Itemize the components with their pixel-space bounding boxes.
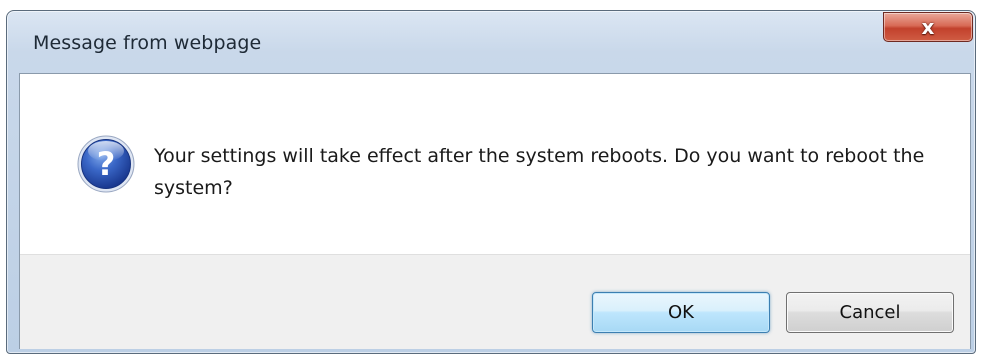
dialog-message: Your settings will take effect after the… — [154, 145, 925, 199]
question-mark-glyph: ? — [97, 145, 116, 183]
dialog-title: Message from webpage — [33, 32, 262, 54]
dialog-client-area: ? Your settings will take effect after t… — [19, 73, 971, 349]
dialog-content: ? Your settings will take effect after t… — [20, 74, 970, 254]
question-icon: ? — [77, 135, 135, 193]
close-icon: x — [921, 15, 935, 39]
button-bar: OK Cancel — [20, 254, 970, 349]
title-bar[interactable]: Message from webpage x — [7, 11, 975, 73]
dialog-window: Message from webpage x ? Your settings w… — [6, 10, 976, 354]
close-button[interactable]: x — [883, 12, 973, 42]
cancel-button[interactable]: Cancel — [786, 292, 954, 333]
ok-button[interactable]: OK — [592, 292, 770, 333]
